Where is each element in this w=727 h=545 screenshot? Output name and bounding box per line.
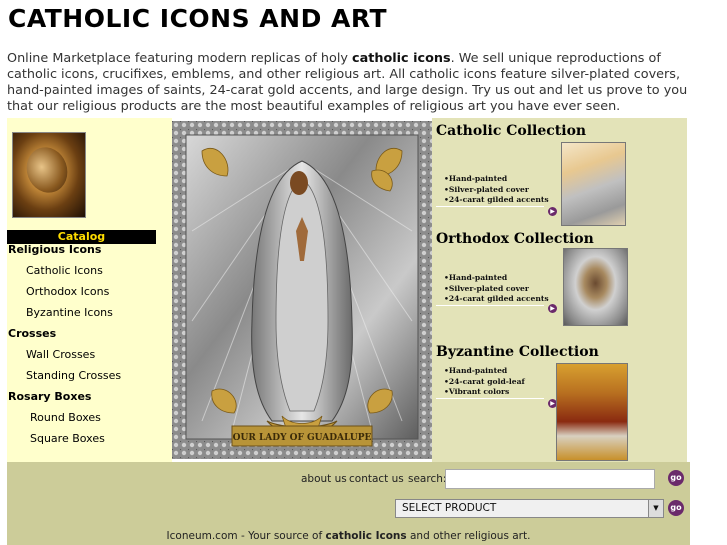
bottom-bar: about us contact us search: go SELECT PR… [7, 462, 690, 545]
sidebar-heading-rosary-boxes[interactable]: Rosary Boxes [8, 390, 91, 403]
orthodox-collection-title[interactable]: Orthodox Collection [436, 231, 594, 247]
orthodox-collection-image[interactable] [563, 248, 628, 326]
collections-panel: Catholic Collection Hand-painted Silver-… [432, 118, 687, 462]
sidebar-heading-crosses[interactable]: Crosses [8, 327, 56, 340]
icon-caption: OUR LADY OF GUADALUPE [233, 433, 372, 443]
about-us-link[interactable]: about us [301, 473, 347, 485]
sidebar-item-orthodox-icons[interactable]: Orthodox Icons [26, 285, 109, 298]
sidebar-item-standing-crosses[interactable]: Standing Crosses [26, 369, 121, 382]
orthodox-collection-features: Hand-painted Silver-plated cover 24-cara… [444, 273, 549, 305]
intro-bold-keyword: catholic icons [352, 51, 451, 66]
search-input[interactable] [445, 469, 655, 489]
sidebar-item-byzantine-icons[interactable]: Byzantine Icons [26, 306, 113, 319]
search-go-button[interactable]: go [668, 470, 684, 486]
guadalupe-icon-illustration: OUR LADY OF GUADALUPE [172, 121, 432, 459]
catholic-collection-title[interactable]: Catholic Collection [436, 123, 586, 139]
page-title: CATHOLIC ICONS AND ART [8, 4, 388, 33]
footer-text: Iconeum.com - Your source of catholic Ic… [166, 530, 531, 542]
select-go-button[interactable]: go [668, 500, 684, 516]
featured-icon-image[interactable]: OUR LADY OF GUADALUPE [172, 121, 432, 459]
sidebar-item-square-boxes[interactable]: Square Boxes [30, 432, 105, 445]
catholic-collection-features: Hand-painted Silver-plated cover 24-cara… [444, 174, 549, 206]
orthodox-collection-arrow-icon[interactable]: ▶ [548, 304, 557, 313]
catalog-header: Catalog [7, 230, 156, 244]
chevron-down-icon[interactable]: ▼ [648, 500, 663, 517]
search-label: search: [408, 473, 447, 485]
select-product-dropdown[interactable]: SELECT PRODUCT ▼ [395, 499, 664, 518]
sidebar-item-round-boxes[interactable]: Round Boxes [30, 411, 101, 424]
sidebar-thumbnail-image[interactable] [12, 132, 86, 218]
byzantine-collection-features: Hand-painted 24-carat gold-leaf Vibrant … [444, 366, 525, 398]
sidebar-heading-religious-icons[interactable]: Religious Icons [8, 243, 101, 256]
catholic-collection-image[interactable] [561, 142, 626, 226]
catholic-collection-arrow-icon[interactable]: ▶ [548, 207, 557, 216]
byzantine-collection-title[interactable]: Byzantine Collection [436, 344, 599, 360]
byzantine-collection-image[interactable] [556, 363, 628, 461]
sidebar-item-wall-crosses[interactable]: Wall Crosses [26, 348, 95, 361]
sidebar: Catalog Religious Icons Catholic Icons O… [7, 118, 172, 462]
intro-paragraph: Online Marketplace featuring modern repl… [7, 51, 688, 114]
sidebar-item-catholic-icons[interactable]: Catholic Icons [26, 264, 103, 277]
contact-us-link[interactable]: contact us [349, 473, 404, 485]
